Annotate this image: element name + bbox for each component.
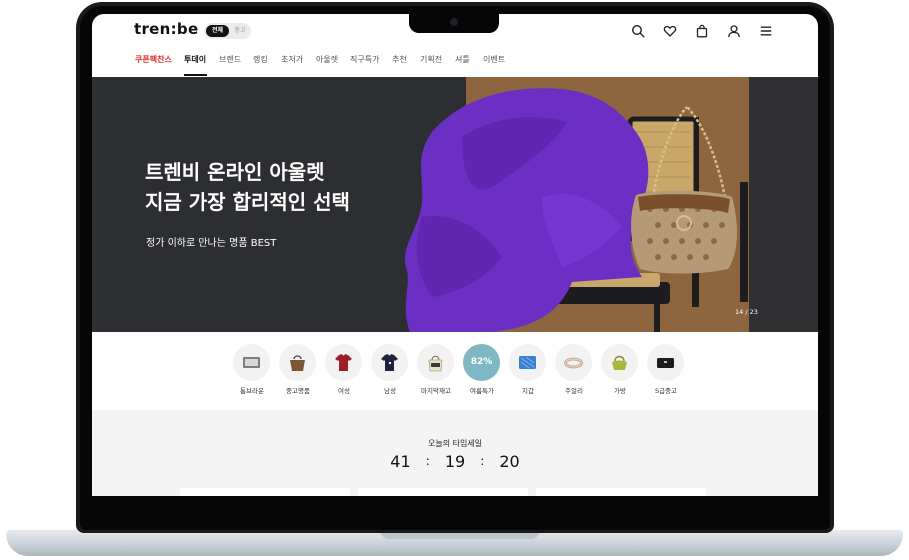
menu-icon[interactable] (759, 24, 773, 38)
nav-today[interactable]: 투데이 (184, 54, 206, 65)
nav-lowest-price[interactable]: 초저가 (281, 54, 303, 65)
product-card-peek (180, 488, 350, 496)
timer-separator: : (425, 454, 430, 468)
timer-separator: : (480, 454, 485, 468)
category-label: S급중고 (654, 387, 678, 395)
timer-minutes: 19 (444, 452, 466, 471)
category-thumb (417, 344, 454, 381)
nav-recommend[interactable]: 추천 (392, 54, 407, 65)
hero-subtitle: 정가 이하로 만나는 명품 BEST (146, 238, 277, 249)
tote-bag-icon (290, 355, 305, 371)
category-row: 톰브라운 중고명품 여성 남성 마지막재고 82% 여름특가 지갑 주얼리 가방… (92, 332, 818, 410)
black-clutch-icon (657, 358, 674, 368)
category-thumb (555, 344, 592, 381)
nav-coupon-chance[interactable]: 쿠폰팩찬스 (135, 54, 172, 65)
time-sale-section: 오늘의 타임세일 41 : 19 : 20 (92, 410, 818, 496)
discount-badge-icon: 82% (470, 357, 493, 367)
basket-bag-icon (428, 355, 443, 372)
laptop-base (6, 530, 903, 556)
trenbe-logo[interactable]: tren:be (134, 20, 198, 38)
nav-direct-import[interactable]: 직구특가 (350, 54, 379, 65)
product-card-peek (536, 488, 706, 496)
category-s-grade-used[interactable]: S급중고 (636, 344, 696, 404)
category-thumb (647, 344, 684, 381)
nav-shuttle[interactable]: 셔틀 (455, 54, 470, 65)
mode-used-button[interactable]: 중고 (231, 25, 249, 37)
time-sale-title: 오늘의 타임세일 (427, 439, 483, 448)
category-thumb: 82% (463, 344, 500, 381)
browser-screen: tren:be 전체 중고 쿠폰팩찬스 투데이 브랜드 랭킹 초저가 아울렛 직… (92, 14, 818, 496)
green-handbag-icon (612, 355, 627, 370)
card-wallet-icon (243, 357, 260, 368)
hero-product-image (404, 88, 748, 332)
camera-notch (409, 14, 499, 33)
category-thumb (371, 344, 408, 381)
heart-icon[interactable] (663, 24, 677, 38)
hero-title-line1: 트렌비 온라인 아울렛 (145, 160, 325, 184)
timer-seconds: 20 (499, 452, 520, 471)
category-thumb (601, 344, 638, 381)
category-thumb (325, 344, 362, 381)
navy-tshirt-icon (381, 354, 398, 371)
bracelet-icon (564, 357, 583, 369)
category-thumb (279, 344, 316, 381)
nav-brand[interactable]: 브랜드 (219, 54, 241, 65)
blue-wallet-icon (519, 356, 536, 369)
category-thumb (233, 344, 270, 381)
hero-slide-counter: 14 / 23 (735, 308, 758, 316)
countdown-timer: 41 : 19 : 20 (92, 452, 818, 471)
search-icon[interactable] (631, 24, 645, 38)
nav-ranking[interactable]: 랭킹 (253, 54, 268, 65)
nav-exhibition[interactable]: 기획전 (420, 54, 442, 65)
hero-banner[interactable]: 트렌비 온라인 아울렛 지금 가장 합리적인 선택 정가 이하로 만나는 명품 … (92, 77, 818, 332)
red-tshirt-icon (335, 354, 352, 371)
nav-event[interactable]: 이벤트 (483, 54, 505, 65)
timer-hours: 41 (390, 452, 411, 471)
user-icon[interactable] (727, 24, 741, 38)
shopping-bag-icon[interactable] (695, 24, 709, 38)
hero-title-line2: 지금 가장 합리적인 선택 (145, 190, 350, 214)
mode-toggle[interactable]: 전체 중고 (204, 23, 251, 39)
category-thumb (509, 344, 546, 381)
product-card-peek (358, 488, 528, 496)
nav-active-underline (184, 74, 207, 76)
mode-all-button[interactable]: 전체 (206, 25, 229, 37)
nav-outlet[interactable]: 아울렛 (316, 54, 338, 65)
hero-title: 트렌비 온라인 아울렛 지금 가장 합리적인 선택 (145, 157, 350, 217)
